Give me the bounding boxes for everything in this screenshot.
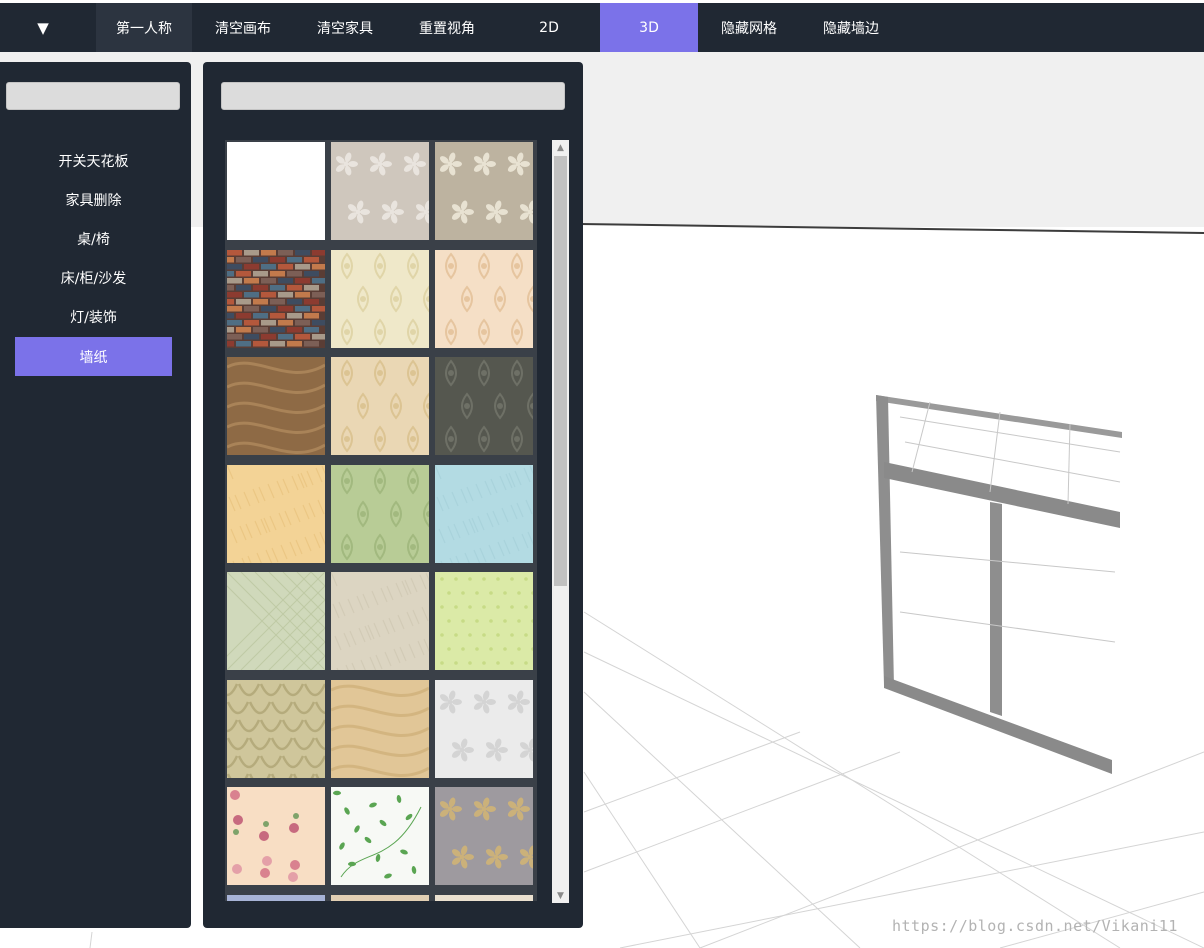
caret-down-icon[interactable]: ▼	[0, 3, 86, 52]
scroll-down-icon[interactable]: ▼	[552, 888, 569, 903]
category-toggle-ceiling[interactable]: 开关天花板	[15, 141, 172, 180]
first-person-button[interactable]: 第一人称	[96, 3, 192, 52]
wallpaper-tile-cream-damask[interactable]	[331, 249, 435, 348]
wallpaper-tile-grey-floral[interactable]	[331, 142, 438, 240]
wallpaper-grid	[225, 140, 537, 901]
wallpaper-tile-wood-light[interactable]	[331, 894, 429, 901]
wallpaper-tile-green-vine-white[interactable]	[331, 787, 429, 885]
wallpaper-tile-green-damask[interactable]	[331, 464, 435, 563]
category-table-chair[interactable]: 桌/椅	[15, 219, 172, 258]
top-toolbar: ▼ 第一人称 清空画布 清空家具 重置视角 2D 3D 隐藏网格 隐藏墙边	[0, 3, 1204, 52]
wallpaper-tile-charcoal-damask[interactable]	[435, 357, 537, 455]
wallpaper-tile-blue-stripe[interactable]	[227, 894, 325, 901]
wallpaper-scrollbar[interactable]: ▲ ▼	[552, 140, 569, 903]
wallpaper-tile-brick[interactable]	[225, 249, 327, 348]
clear-furniture-button[interactable]: 清空家具	[294, 3, 396, 52]
scrollbar-thumb[interactable]	[554, 156, 567, 586]
wallpaper-tile-linen[interactable]	[330, 571, 433, 683]
wallpaper-tile-pale-stripe[interactable]	[435, 894, 533, 901]
wallpaper-tile-light-blue[interactable]	[434, 464, 537, 575]
wallpaper-tile-gold-on-grey[interactable]	[435, 787, 537, 885]
wallpaper-tile-olive-scale[interactable]	[225, 679, 338, 786]
category-lamp-decor[interactable]: 灯/装饰	[15, 298, 172, 337]
wallpaper-tile-yellow-texture[interactable]	[226, 464, 329, 575]
wallpaper-tile-gold-vine[interactable]	[330, 679, 430, 778]
category-wallpaper[interactable]: 墙纸	[15, 336, 172, 377]
hide-grid-button[interactable]: 隐藏网格	[698, 3, 800, 52]
reset-view-button[interactable]: 重置视角	[396, 3, 498, 52]
category-panel: 开关天花板 家具删除 桌/椅 床/柜/沙发 灯/装饰 墙纸	[0, 62, 191, 928]
wallpaper-tile-taupe-lily[interactable]	[435, 142, 537, 240]
wallpaper-tile-plain-white[interactable]	[227, 142, 325, 240]
view-2d-button[interactable]: 2D	[498, 3, 600, 52]
wallpaper-tile-sage-lattice[interactable]	[225, 571, 424, 671]
wallpaper-panel: ▲ ▼	[203, 62, 583, 928]
wallpaper-search-input[interactable]	[221, 82, 565, 110]
wall	[580, 224, 1204, 948]
wallpaper-tile-beige-damask[interactable]	[331, 357, 435, 455]
view-3d-button[interactable]: 3D	[600, 3, 698, 52]
watermark: https://blog.csdn.net/Vikani11	[892, 917, 1178, 935]
scroll-up-icon[interactable]: ▲	[552, 140, 569, 155]
clear-canvas-button[interactable]: 清空画布	[192, 3, 294, 52]
category-bed-cabinet-sofa[interactable]: 床/柜/沙发	[15, 259, 172, 298]
category-delete-furniture[interactable]: 家具删除	[15, 180, 172, 219]
hide-wall-edge-button[interactable]: 隐藏墙边	[800, 3, 902, 52]
category-list: 开关天花板 家具删除 桌/椅 床/柜/沙发 灯/装饰 墙纸	[15, 141, 172, 377]
wallpaper-tile-brown-swirl[interactable]	[226, 357, 326, 455]
wallpaper-tile-lime-dots[interactable]	[435, 572, 535, 670]
wallpaper-tile-silver-floral[interactable]	[435, 679, 537, 778]
wallpaper-tile-peach-damask[interactable]	[435, 249, 537, 348]
category-search-input[interactable]	[6, 82, 180, 110]
wallpaper-tile-pink-roses[interactable]	[227, 787, 325, 885]
